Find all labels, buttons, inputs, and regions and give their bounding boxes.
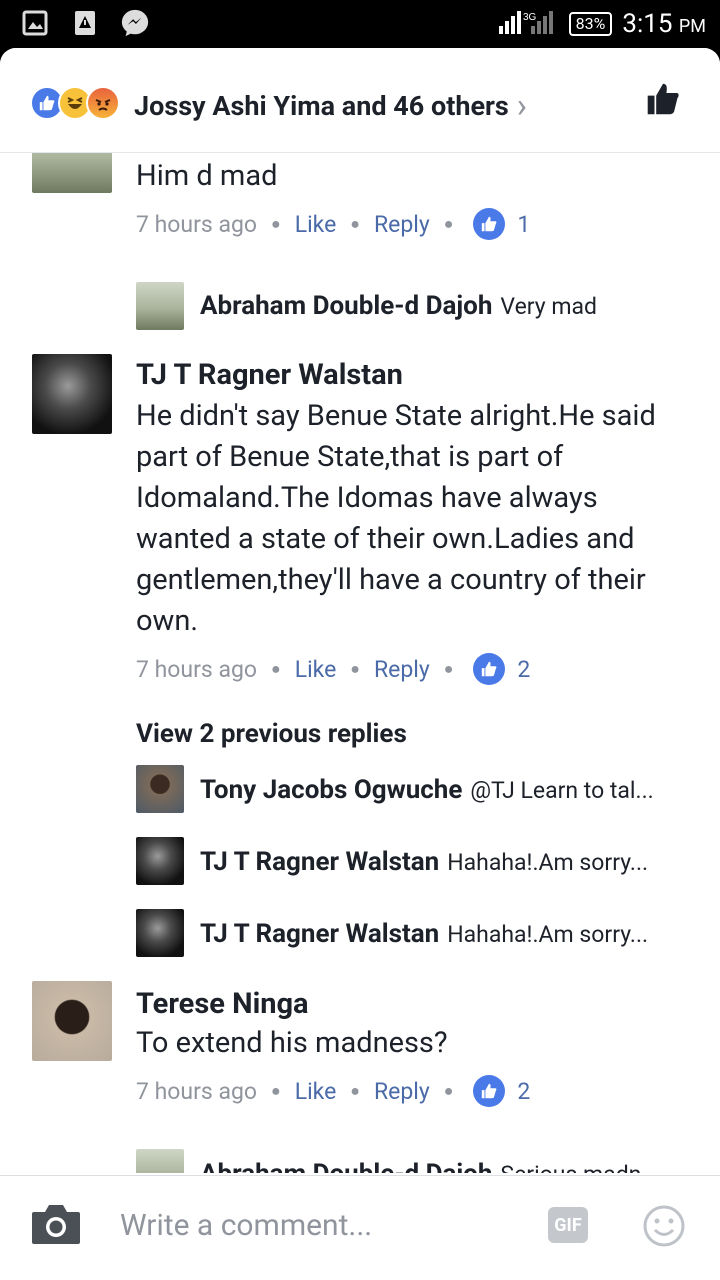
reply-link[interactable]: Reply xyxy=(374,1078,430,1105)
comment-text: To extend his madness? xyxy=(136,1026,448,1060)
comment-text: He didn't say Benue State alright.He sai… xyxy=(136,399,656,638)
like-post-button[interactable] xyxy=(646,82,680,120)
alert-icon xyxy=(70,8,100,38)
reaction-icons xyxy=(30,86,120,120)
reactions-header[interactable]: Jossy Ashi Yima and 46 others › xyxy=(0,48,720,153)
comment-actions: 7 hours ago ● Like ● Reply ● 1 xyxy=(136,208,530,240)
comments-sheet: Jossy Ashi Yima and 46 others › Him d ma… xyxy=(0,48,720,1280)
comment-composer: Write a comment... GIF xyxy=(0,1175,720,1280)
comment-timestamp: 7 hours ago xyxy=(136,210,258,238)
reactors-link[interactable]: Jossy Ashi Yima and 46 others › xyxy=(134,86,527,126)
chevron-right-icon: › xyxy=(516,86,528,126)
like-icon xyxy=(473,208,506,240)
like-icon xyxy=(473,653,506,685)
battery-indicator: 83% xyxy=(568,12,613,36)
like-count[interactable]: 2 xyxy=(473,1075,530,1107)
like-link[interactable]: Like xyxy=(295,211,337,238)
like-count[interactable]: 1 xyxy=(473,208,530,240)
avatar[interactable] xyxy=(136,837,184,885)
clock: 3:15 PM xyxy=(622,9,706,39)
reply-preview[interactable]: Tony Jacobs Ogwuche @TJ Learn to tal... xyxy=(200,775,654,805)
reply-preview[interactable]: TJ T Ragner Walstan Hahaha!.Am sorry... xyxy=(200,919,648,949)
reactors-summary: Jossy Ashi Yima and 46 others xyxy=(134,90,509,122)
avatar[interactable] xyxy=(136,765,184,813)
avatar[interactable] xyxy=(136,909,184,957)
comment-author[interactable]: Terese Ninga xyxy=(136,987,309,1021)
avatar[interactable] xyxy=(32,153,112,193)
signal-icon: 3G xyxy=(498,8,559,40)
reply-preview[interactable]: Abraham Double-d Dajoh Serious madn... xyxy=(200,1159,660,1173)
gallery-icon xyxy=(20,8,50,38)
reply-preview[interactable]: Abraham Double-d Dajoh Very mad xyxy=(200,291,597,321)
avatar[interactable] xyxy=(136,1149,184,1173)
reply-link[interactable]: Reply xyxy=(374,656,430,683)
reply-preview[interactable]: TJ T Ragner Walstan Hahaha!.Am sorry... xyxy=(200,847,648,877)
svg-text:3G: 3G xyxy=(523,12,537,23)
reply-link[interactable]: Reply xyxy=(374,211,430,238)
camera-icon[interactable] xyxy=(30,1202,82,1250)
like-icon xyxy=(473,1075,506,1107)
avatar[interactable] xyxy=(32,354,112,434)
like-link[interactable]: Like xyxy=(295,1078,337,1105)
avatar[interactable] xyxy=(136,282,184,330)
comment-text: Him d mad xyxy=(136,159,278,193)
comment-actions: 7 hours ago ● Like ● Reply ● 2 xyxy=(136,653,530,685)
angry-icon xyxy=(86,86,120,120)
like-count[interactable]: 2 xyxy=(473,653,530,685)
comments-list[interactable]: Him d mad 7 hours ago ● Like ● Reply ● 1… xyxy=(0,153,720,1173)
view-previous-replies[interactable]: View 2 previous replies xyxy=(136,719,407,749)
gif-button[interactable]: GIF xyxy=(548,1207,588,1243)
comment-timestamp: 7 hours ago xyxy=(136,1077,258,1105)
messenger-icon xyxy=(120,8,150,38)
sticker-icon[interactable] xyxy=(642,1204,686,1252)
avatar[interactable] xyxy=(32,981,112,1061)
comment-author[interactable]: TJ T Ragner Walstan xyxy=(136,358,403,392)
comment-timestamp: 7 hours ago xyxy=(136,655,258,683)
status-bar: 3G 83% 3:15 PM xyxy=(0,0,720,48)
like-link[interactable]: Like xyxy=(295,656,337,683)
comment-input[interactable]: Write a comment... xyxy=(120,1208,372,1243)
comment-actions: 7 hours ago ● Like ● Reply ● 2 xyxy=(136,1075,530,1107)
